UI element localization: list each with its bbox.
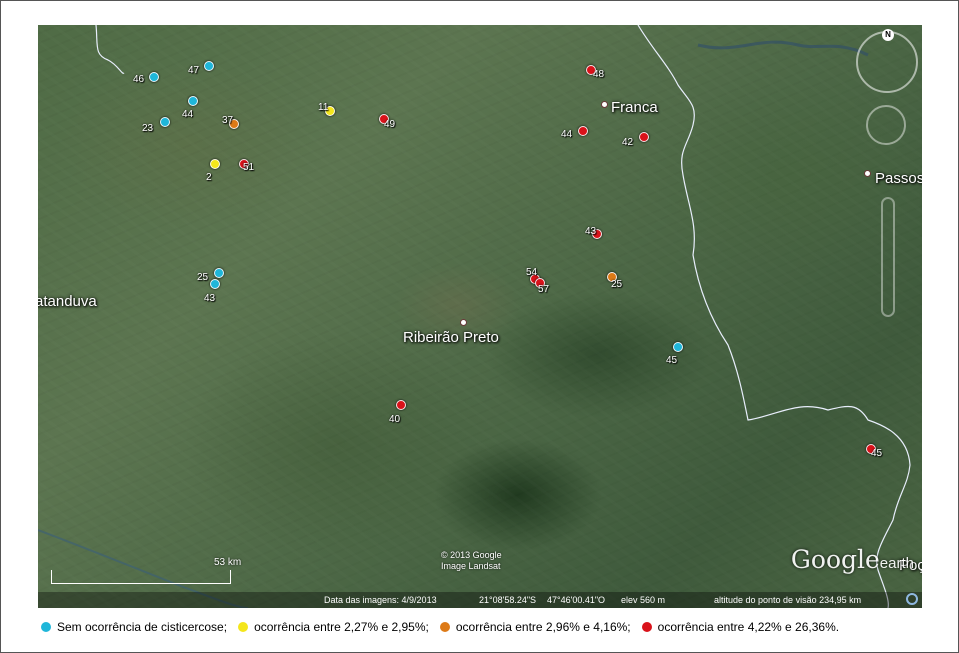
copyright-line-2: Image Landsat [441, 561, 501, 571]
sample-site-label: 2 [206, 172, 212, 183]
google-earth-logo: Googleearth [791, 545, 914, 574]
city-label[interactable]: Ribeirão Preto [403, 329, 499, 346]
legend-color-dot [439, 622, 450, 632]
sample-site-label: 23 [142, 123, 154, 134]
copyright-text: © 2013 Google Image Landsat [441, 550, 502, 572]
legend-color-dot [641, 622, 652, 632]
sample-site-label: 37 [222, 115, 234, 126]
legend-item: ocorrência entre 4,22% e 26,36%. [641, 620, 840, 634]
sample-site-label: 44 [561, 129, 573, 140]
sample-site-label: 43 [585, 226, 597, 237]
copyright-line-1: © 2013 Google [441, 550, 502, 560]
sample-site-label: 11 [318, 102, 329, 113]
legend-color-dot [41, 622, 51, 632]
sample-site-label: 45 [666, 355, 678, 366]
status-bar: Data das imagens: 4/9/2013 21°08'58.24"S… [38, 592, 922, 608]
sample-site-marker[interactable] [210, 159, 220, 169]
sample-site-label: 25 [197, 272, 209, 283]
sample-site-label: 46 [133, 74, 145, 85]
sample-site-label: 49 [384, 119, 396, 130]
legend-label: ocorrência entre 4,22% e 26,36%. [657, 620, 840, 634]
satellite-map[interactable]: Franca Passos Ribeirão Preto atanduva Poç 46… [38, 25, 922, 608]
city-label[interactable]: atanduva [38, 293, 97, 310]
city-dot [601, 101, 608, 108]
sample-site-label: 44 [182, 109, 194, 120]
sample-site-marker[interactable] [639, 132, 649, 142]
legend: Sem ocorrência de cisticercose; ocorrênci… [41, 620, 844, 634]
sample-site-marker[interactable] [204, 61, 214, 71]
sample-site-label: 47 [188, 65, 200, 76]
figure-frame: Franca Passos Ribeirão Preto atanduva Poç 46… [0, 0, 959, 653]
city-label[interactable]: Franca [611, 99, 658, 116]
scale-bar [51, 570, 231, 584]
legend-item: ocorrência entre 2,96% e 4,16%; [439, 620, 631, 634]
city-dot [864, 170, 871, 177]
legend-label: Sem ocorrência de cisticercose; [57, 620, 228, 634]
sample-site-marker[interactable] [673, 342, 683, 352]
zoom-slider[interactable] [881, 197, 895, 317]
longitude-readout: 47°46'00.41"O [547, 595, 606, 605]
scale-label: 53 km [214, 557, 242, 568]
sample-site-marker[interactable] [396, 400, 406, 410]
sample-site-label: 48 [593, 69, 605, 80]
sample-site-label: 40 [389, 414, 401, 425]
logo-main: Google [790, 545, 880, 574]
sample-site-label: 51 [243, 162, 255, 173]
north-indicator-icon[interactable]: N [882, 29, 894, 41]
sample-site-marker[interactable] [210, 279, 220, 289]
sample-site-label: 54 [526, 267, 538, 278]
sample-site-marker[interactable] [578, 126, 588, 136]
legend-item: ocorrência entre 2,27% e 2,95%; [238, 620, 429, 634]
city-label[interactable]: Passos [875, 170, 922, 187]
sample-site-label: 45 [871, 448, 883, 459]
city-dot [460, 319, 467, 326]
sample-site-label: 42 [622, 137, 634, 148]
sample-site-marker[interactable] [160, 117, 170, 127]
sample-site-label: 25 [611, 279, 623, 290]
state-border [38, 25, 911, 608]
latitude-readout: 21°08'58.24"S [479, 595, 537, 605]
legend-label: ocorrência entre 2,96% e 4,16%; [455, 620, 631, 634]
elevation-readout: elev 560 m [621, 595, 666, 605]
imagery-date: Data das imagens: 4/9/2013 [324, 595, 437, 605]
legend-color-dot [238, 622, 249, 632]
sample-site-label: 57 [538, 284, 550, 295]
globe-status-icon [906, 593, 918, 605]
sample-site-marker[interactable] [149, 72, 159, 82]
legend-item: Sem ocorrência de cisticercose; [41, 620, 227, 634]
eye-altitude-readout: altitude do ponto de visão 234,95 km [714, 595, 862, 605]
sample-site-marker[interactable] [214, 268, 224, 278]
legend-label: ocorrência entre 2,27% e 2,95%; [254, 620, 429, 634]
look-control-icon[interactable] [866, 105, 906, 145]
logo-sub: earth [879, 555, 914, 572]
sample-site-label: 43 [204, 293, 216, 304]
sample-site-marker[interactable] [188, 96, 198, 106]
